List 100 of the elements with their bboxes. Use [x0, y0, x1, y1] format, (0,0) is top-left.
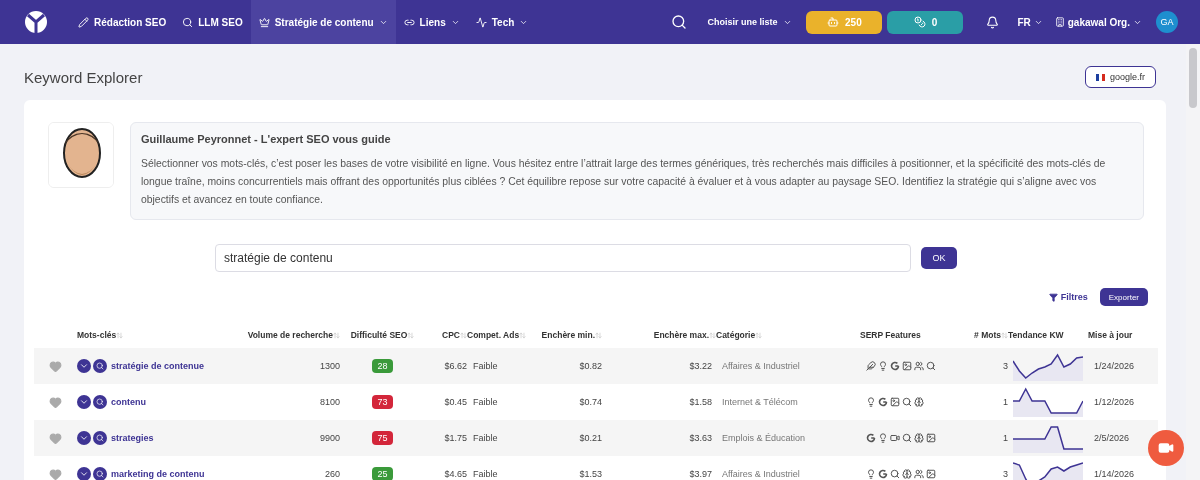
keyword-link[interactable]: stratégie de contenue: [111, 361, 205, 371]
competition-cell-text: Faible: [472, 469, 499, 479]
search-button[interactable]: [93, 359, 107, 373]
lightbulb-icon: [866, 469, 876, 479]
image-icon: [890, 397, 900, 407]
image-icon: [926, 433, 936, 443]
search-icon: [96, 398, 104, 406]
search-icon: [96, 434, 104, 442]
difficulty-badge: 28: [372, 359, 393, 373]
nav-tab[interactable]: Liens: [395, 0, 468, 44]
brain-icon: [914, 397, 924, 407]
pulse-icon: [475, 16, 487, 28]
volume-cell-text: 260: [323, 469, 340, 479]
word-count-cell-text: 1: [1002, 397, 1008, 407]
cpc-cell-text: $0.45: [443, 397, 467, 407]
video-button[interactable]: [1148, 430, 1184, 466]
logo[interactable]: [24, 10, 48, 34]
bid-max-cell-text: $3.97: [688, 469, 713, 479]
nav-tab[interactable]: Tech: [467, 0, 537, 44]
keyword-input[interactable]: stratégie de contenu: [215, 244, 911, 272]
date-cell-text: 1/12/2026: [1093, 397, 1136, 407]
word-count-cell-text: 1: [1002, 433, 1008, 443]
bid-min-cell-text: $0.21: [578, 433, 602, 443]
date-cell-text: 1/14/2026: [1093, 469, 1136, 479]
search-icon: [96, 362, 104, 370]
nav-label: Liens: [419, 16, 446, 28]
list-picker[interactable]: Choisir une liste: [707, 17, 793, 27]
keyword-link[interactable]: strategies: [111, 433, 154, 443]
category-cell-text: Affaires & Industriel: [721, 361, 801, 371]
column-header[interactable]: Enchère min.: [540, 330, 602, 340]
robot-icon: [827, 16, 840, 28]
engine-button[interactable]: google.fr: [1084, 66, 1156, 88]
column-header[interactable]: Mots-clés: [77, 330, 240, 340]
search-icon: [902, 397, 912, 407]
cpc-cell-text: $6.62: [443, 361, 467, 371]
brain-icon: [914, 433, 924, 443]
trend-sparkline: [1013, 351, 1083, 381]
filters-button[interactable]: Filtres: [1048, 292, 1088, 302]
bid-max-cell-text: $1.58: [688, 397, 713, 407]
search-icon: [182, 16, 194, 28]
bid-min-cell-text: $0.82: [578, 361, 602, 371]
bid-min-cell-text: $0.74: [578, 397, 602, 407]
search-icon: [890, 469, 900, 479]
cpc-cell-text: $1.75: [443, 433, 467, 443]
video-icon: [890, 433, 900, 443]
search-button[interactable]: [93, 467, 107, 480]
search-button[interactable]: [93, 431, 107, 445]
expand-button[interactable]: [77, 431, 91, 445]
category-cell-text: Internet & Télécom: [721, 397, 799, 407]
column-header[interactable]: # Mots: [960, 330, 1008, 340]
export-button[interactable]: Exporter: [1099, 288, 1148, 306]
organization-menu[interactable]: gakawal Org.: [1054, 16, 1142, 28]
column-header[interactable]: Enchère max.: [602, 330, 716, 340]
nav-tab[interactable]: Stratégie de contenu: [250, 0, 396, 44]
nav-tab[interactable]: LLM SEO: [174, 0, 251, 44]
bell-icon[interactable]: [986, 15, 1000, 29]
page-title: Keyword Explorer: [24, 68, 143, 86]
column-header[interactable]: Compet. Ads: [467, 330, 540, 340]
search-icon: [926, 361, 936, 371]
date-cell-text: 1/24/2026: [1093, 361, 1136, 371]
crown-icon: [258, 16, 270, 28]
expand-button[interactable]: [77, 395, 91, 409]
competition-cell-text: Faible: [472, 433, 499, 443]
keyword-link[interactable]: contenu: [111, 397, 146, 407]
column-header[interactable]: Catégorie: [716, 330, 860, 340]
column-header: Mise à jour: [1088, 330, 1134, 340]
column-header: SERP Features: [860, 330, 922, 340]
search-icon[interactable]: [671, 14, 688, 30]
chevron-icon: [79, 433, 89, 443]
language-menu[interactable]: FR: [1017, 16, 1043, 28]
column-header[interactable]: CPC: [425, 330, 467, 340]
google-icon: [866, 433, 876, 443]
expand-button[interactable]: [77, 467, 91, 480]
google-icon: [878, 469, 888, 479]
expand-button[interactable]: [77, 359, 91, 373]
nav-label: Stratégie de contenu: [274, 16, 374, 28]
competition-cell-text: Faible: [472, 361, 499, 371]
image-icon: [926, 469, 936, 479]
lightbulb-icon: [878, 433, 888, 443]
difficulty-badge: 73: [372, 395, 393, 409]
coins-icon: [913, 16, 926, 28]
word-count-cell-text: 3: [1002, 469, 1008, 479]
user-avatar[interactable]: GA: [1156, 11, 1178, 33]
keyword-link[interactable]: marketing de contenu: [111, 469, 205, 479]
guide-text: Sélectionner vos mots-clés, c’est poser les bases de votre visibilité en ligne. Vous hésitez entre l’attrait large des termes génériques, très recherchés mais difficiles à positionner, et la spécificité des mots-clés de longue traîne, moins concurrentiels mais offrant des opportunités plus ciblées ? Cet équilibre repose sur votre capacité à évaluer et à vous adapter au paysage SEO. Identifiez la stratégie qui s’aligne avec vos objectifs et avancez en toute confiance.: [141, 157, 1107, 207]
competition-cell-text: Faible: [472, 397, 499, 407]
search-button[interactable]: [93, 395, 107, 409]
volume-cell-text: 8100: [318, 397, 340, 407]
nav-label: Rédaction SEO: [94, 16, 167, 28]
feather-icon: [866, 361, 876, 371]
google-icon: [890, 361, 900, 371]
bid-min-cell-text: $1.53: [578, 469, 602, 479]
nav-tab[interactable]: Rédaction SEO: [70, 0, 175, 44]
nav-label: LLM SEO: [198, 16, 243, 28]
chevron-icon: [79, 361, 89, 371]
trend-sparkline: [1013, 459, 1083, 480]
column-header[interactable]: Difficulté SEO: [340, 330, 425, 340]
ok-button[interactable]: OK: [921, 247, 957, 269]
filter-icon: [1048, 292, 1058, 302]
column-header[interactable]: Volume de recherche: [240, 330, 340, 340]
